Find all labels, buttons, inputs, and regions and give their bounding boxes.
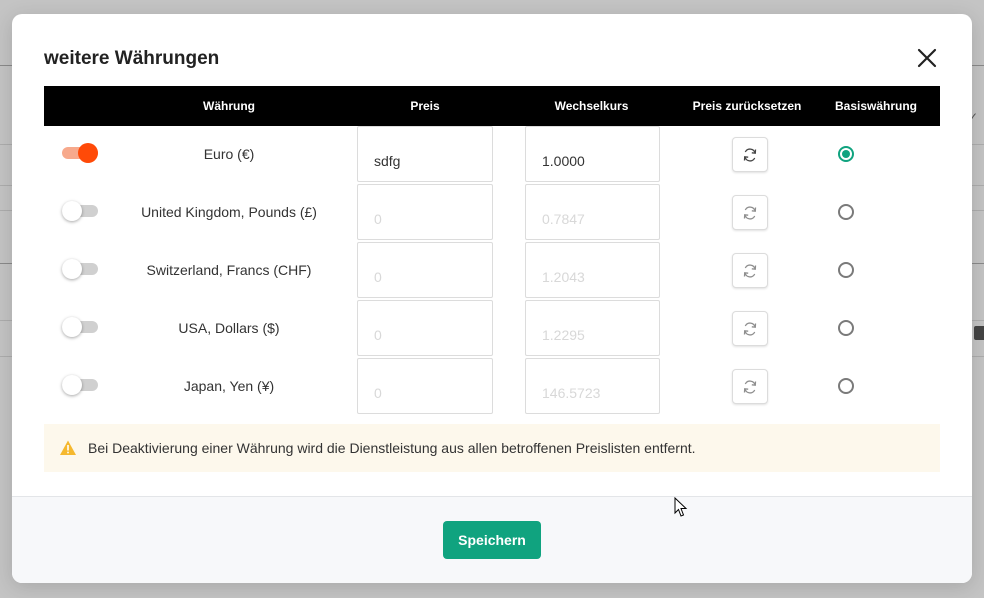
modal-title: weitere Währungen <box>44 48 220 69</box>
exchange-rate-input[interactable]: 146.5723 <box>525 358 660 414</box>
currency-table: Währung Preis Wechselkurs Preis zurückse… <box>44 86 940 416</box>
price-input[interactable]: sdfg <box>357 126 493 182</box>
price-input[interactable]: 0 <box>357 242 493 298</box>
exchange-rate-input[interactable]: 1.0000 <box>525 126 660 182</box>
refresh-icon <box>743 205 757 220</box>
price-input[interactable]: 0 <box>357 358 493 414</box>
currency-name: Switzerland, Francs (CHF) <box>146 262 312 278</box>
currency-toggle[interactable] <box>62 201 100 221</box>
currency-name: Japan, Yen (¥) <box>183 378 275 394</box>
table-header: Währung Preis Wechselkurs Preis zurückse… <box>44 86 940 126</box>
table-row: Japan, Yen (¥) 0 146.5723 <box>44 358 940 416</box>
reset-price-button[interactable] <box>732 311 768 346</box>
price-input[interactable]: 0 <box>357 184 493 240</box>
save-button[interactable]: Speichern <box>443 521 541 559</box>
base-currency-radio[interactable] <box>838 378 854 394</box>
base-currency-radio[interactable] <box>838 262 854 278</box>
currency-toggle[interactable] <box>62 259 100 279</box>
mouse-cursor-icon <box>674 497 688 517</box>
currency-toggle[interactable] <box>62 143 100 163</box>
base-currency-radio[interactable] <box>838 146 854 162</box>
close-icon <box>917 48 937 68</box>
close-button[interactable] <box>916 47 938 69</box>
warning-banner: Bei Deaktivierung einer Währung wird die… <box>44 424 940 472</box>
currency-toggle[interactable] <box>62 375 100 395</box>
base-currency-radio[interactable] <box>838 320 854 336</box>
table-row: USA, Dollars ($) 0 1.2295 <box>44 300 940 358</box>
reset-price-button[interactable] <box>732 253 768 288</box>
currency-name: Euro (€) <box>203 146 255 162</box>
currency-name: United Kingdom, Pounds (£) <box>141 204 317 220</box>
reset-price-button[interactable] <box>732 195 768 230</box>
price-input[interactable]: 0 <box>357 300 493 356</box>
warning-text: Bei Deaktivierung einer Währung wird die… <box>88 440 696 456</box>
exchange-rate-input[interactable]: 0.7847 <box>525 184 660 240</box>
table-row: Euro (€) sdfg 1.0000 <box>44 126 940 184</box>
header-reset: Preis zurücksetzen <box>692 99 802 113</box>
modal-footer: Speichern <box>12 496 972 583</box>
trash-icon <box>974 326 984 340</box>
header-currency: Währung <box>203 99 255 113</box>
currency-toggle[interactable] <box>62 317 100 337</box>
refresh-icon <box>743 263 757 278</box>
currency-name: USA, Dollars ($) <box>178 320 280 336</box>
refresh-icon <box>743 147 757 162</box>
table-row: United Kingdom, Pounds (£) 0 0.7847 <box>44 184 940 242</box>
reset-price-button[interactable] <box>732 369 768 404</box>
header-price: Preis <box>410 99 440 113</box>
header-rate: Wechselkurs <box>554 99 629 113</box>
refresh-icon <box>743 379 757 394</box>
table-row: Switzerland, Francs (CHF) 0 1.2043 <box>44 242 940 300</box>
exchange-rate-input[interactable]: 1.2043 <box>525 242 660 298</box>
refresh-icon <box>743 321 757 336</box>
warning-icon <box>60 440 76 455</box>
currencies-modal: weitere Währungen Währung Preis Wechselk… <box>12 14 972 583</box>
table-body: Euro (€) sdfg 1.0000 United Kingdom, Pounds… <box>44 126 940 416</box>
exchange-rate-input[interactable]: 1.2295 <box>525 300 660 356</box>
base-currency-radio[interactable] <box>838 204 854 220</box>
header-base: Basiswährung <box>834 99 918 113</box>
reset-price-button[interactable] <box>732 137 768 172</box>
